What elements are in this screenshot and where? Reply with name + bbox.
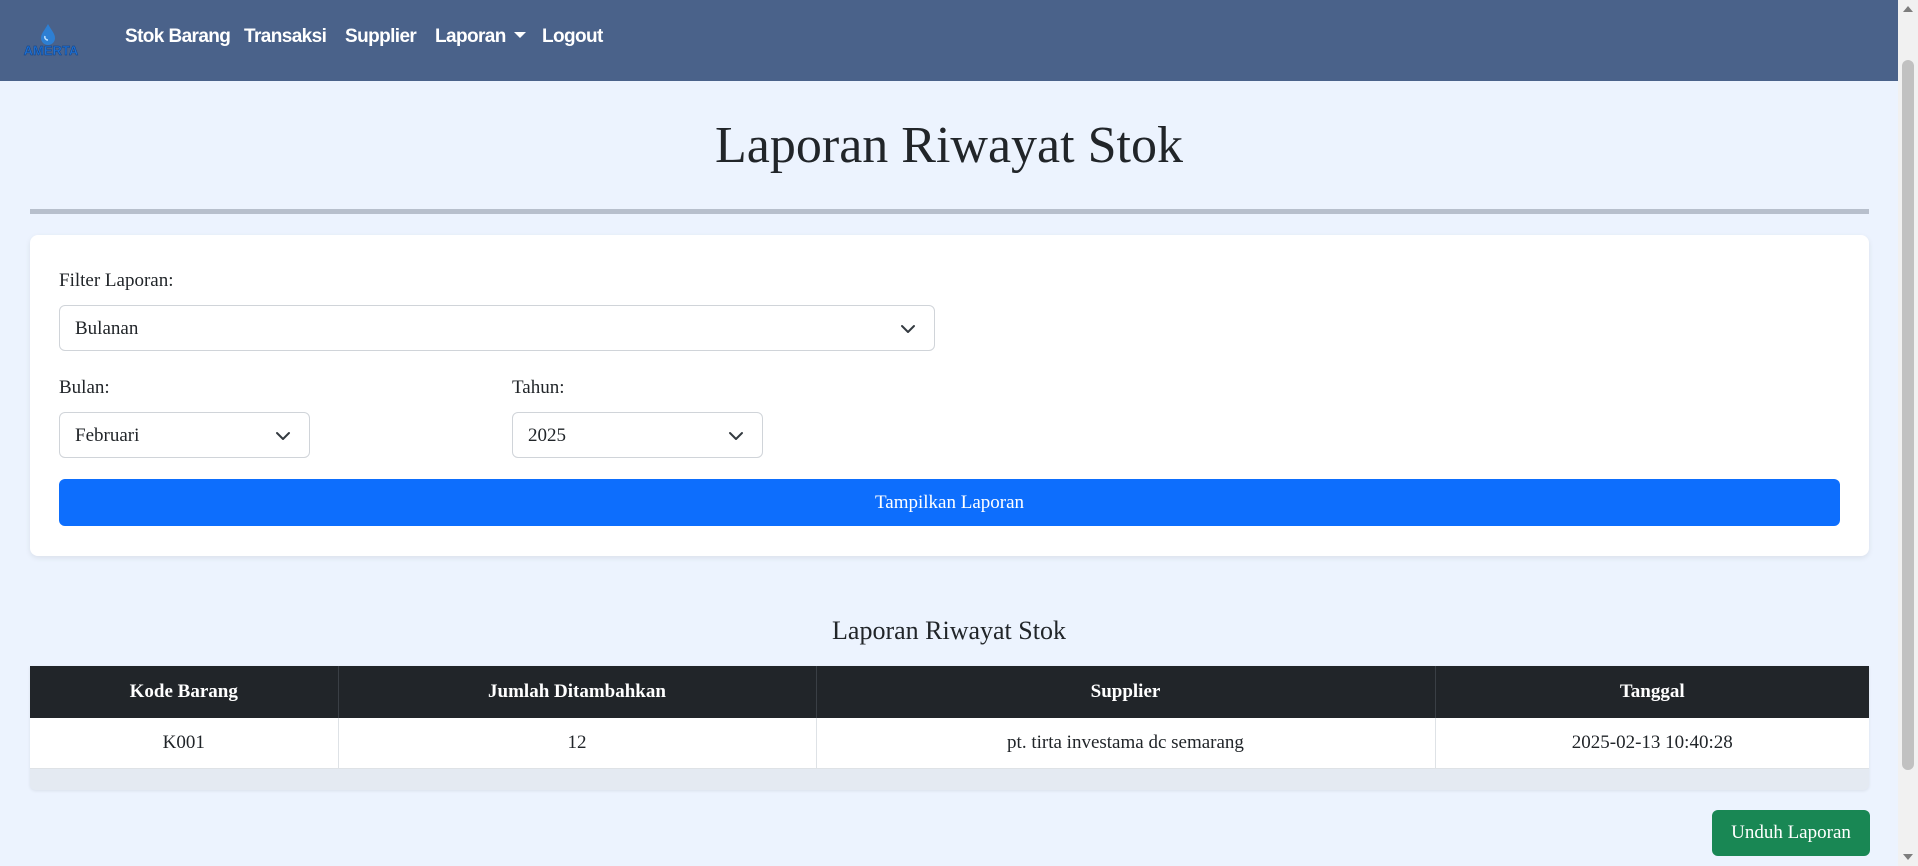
tahun-select-value: 2025 xyxy=(528,425,566,446)
filter-select-value: Bulanan xyxy=(75,318,139,339)
nav-logout[interactable]: Logout xyxy=(542,26,603,48)
unduh-laporan-button[interactable]: Unduh Laporan xyxy=(1712,810,1870,856)
chevron-down-icon xyxy=(901,325,915,333)
filter-card: Filter Laporan: Bulanan Bulan: Februari … xyxy=(30,235,1869,556)
bulan-label: Bulan: xyxy=(59,377,110,398)
report-table-container: Kode Barang Jumlah Ditambahkan Supplier … xyxy=(30,666,1869,790)
cell-kode-barang: K001 xyxy=(30,718,339,769)
column-header-jumlah-ditambahkan: Jumlah Ditambahkan xyxy=(338,666,817,718)
bulan-select-value: Februari xyxy=(75,425,140,446)
scroll-up-arrow-icon[interactable] xyxy=(1903,6,1913,12)
vertical-scrollbar[interactable] xyxy=(1898,0,1918,866)
table-row: K001 12 pt. tirta investama dc semarang … xyxy=(30,718,1869,769)
caret-down-icon xyxy=(513,32,526,38)
tampilkan-laporan-button[interactable]: Tampilkan Laporan xyxy=(59,479,1840,526)
table-header-row: Kode Barang Jumlah Ditambahkan Supplier … xyxy=(30,666,1869,718)
nav-transaksi[interactable]: Transaksi xyxy=(244,26,327,48)
nav-supplier[interactable]: Supplier xyxy=(345,26,417,48)
page-title: Laporan Riwayat Stok xyxy=(715,117,1183,174)
cell-supplier: pt. tirta investama dc semarang xyxy=(816,718,1436,769)
nav-laporan-dropdown[interactable]: Laporan xyxy=(435,26,526,48)
water-drop-logo-icon: AMERTA xyxy=(23,24,79,58)
cell-jumlah: 12 xyxy=(338,718,817,769)
navbar: AMERTA Stok Barang Transaksi Supplier La… xyxy=(0,0,1898,81)
report-table: Kode Barang Jumlah Ditambahkan Supplier … xyxy=(30,666,1869,769)
scrollbar-thumb[interactable] xyxy=(1902,60,1914,770)
tahun-label: Tahun: xyxy=(512,377,565,398)
column-header-tanggal: Tanggal xyxy=(1435,666,1869,718)
nav-laporan-label: Laporan xyxy=(435,26,506,47)
tahun-select[interactable]: 2025 xyxy=(512,412,763,458)
chevron-down-icon xyxy=(729,432,743,440)
report-title: Laporan Riwayat Stok xyxy=(832,616,1066,645)
title-divider xyxy=(30,209,1869,214)
cell-tanggal: 2025-02-13 10:40:28 xyxy=(1435,718,1869,769)
bulan-select[interactable]: Februari xyxy=(59,412,310,458)
filter-select[interactable]: Bulanan xyxy=(59,305,935,351)
scroll-down-arrow-icon[interactable] xyxy=(1903,854,1913,860)
column-header-supplier: Supplier xyxy=(816,666,1436,718)
logo-text: AMERTA xyxy=(24,43,79,58)
filter-label: Filter Laporan: xyxy=(59,270,174,291)
brand-logo[interactable]: AMERTA xyxy=(14,22,88,60)
chevron-down-icon xyxy=(276,432,290,440)
column-header-kode-barang: Kode Barang xyxy=(30,666,339,718)
nav-stok-barang[interactable]: Stok Barang xyxy=(125,26,231,48)
